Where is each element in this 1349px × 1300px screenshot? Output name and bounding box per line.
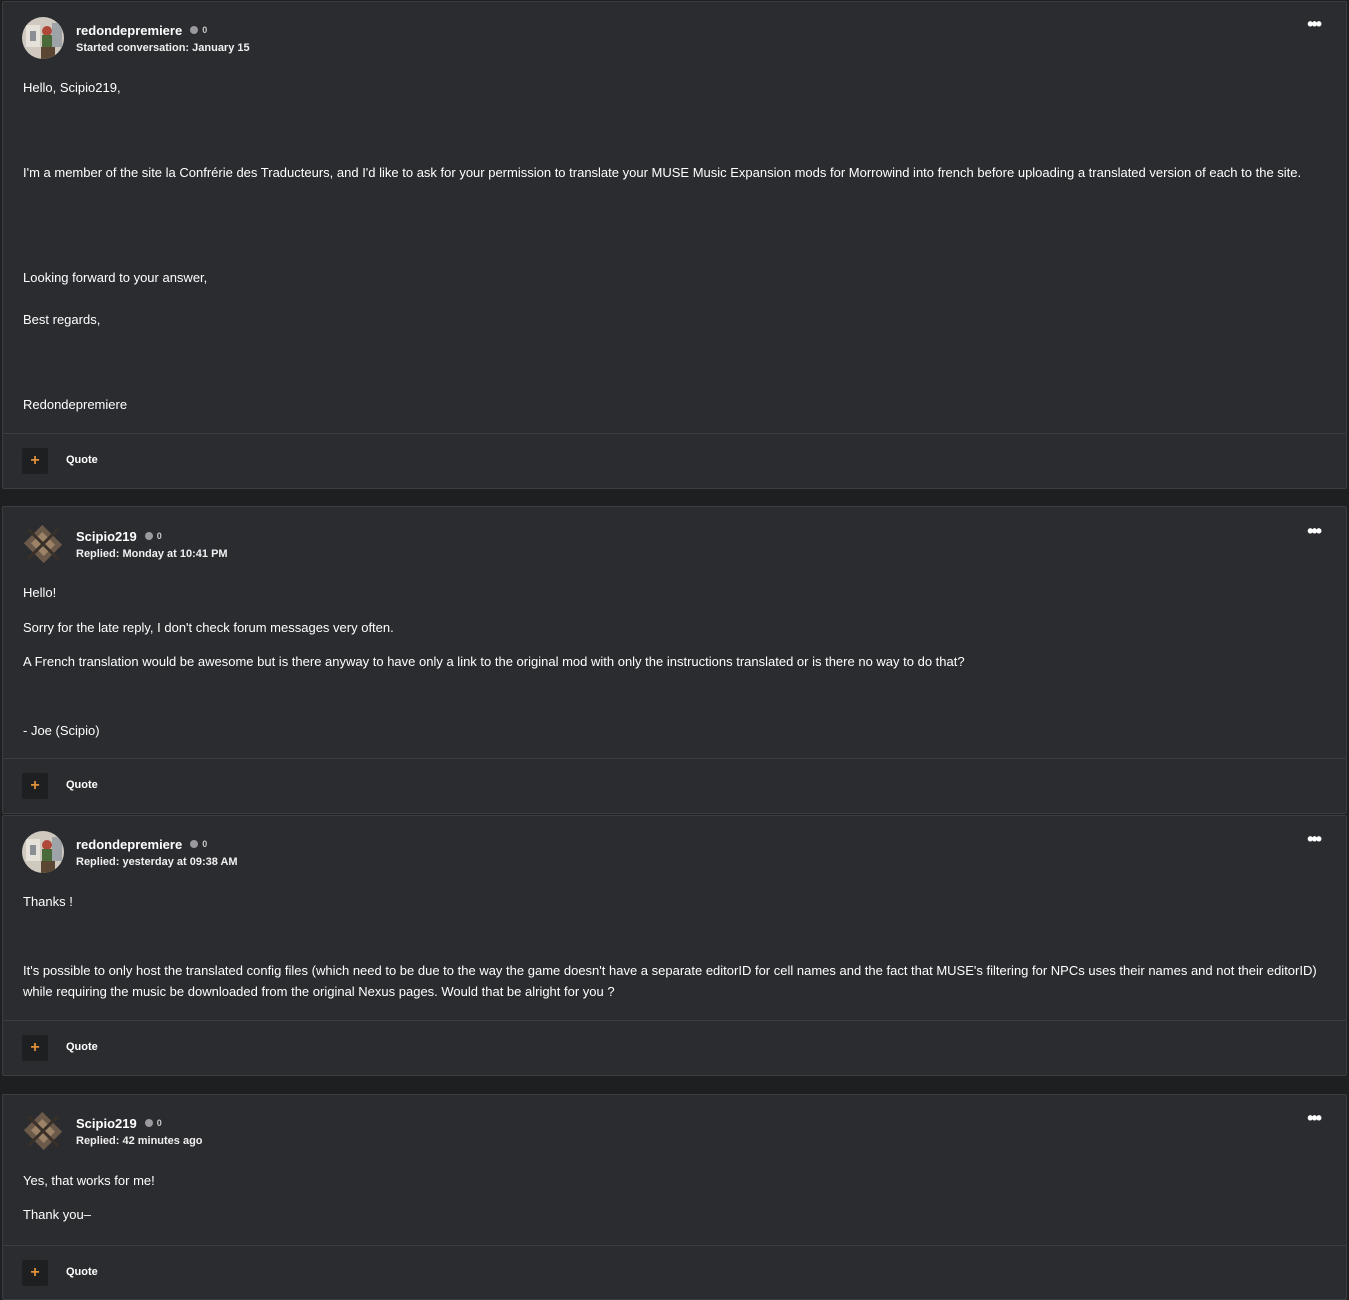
message-post: Scipio219 0 Replied: 42 minutes ago ••• … xyxy=(2,1094,1347,1300)
post-paragraph: It's possible to only host the translate… xyxy=(23,963,1317,999)
post-paragraph: Thank you– xyxy=(23,1207,91,1222)
quote-button[interactable]: Quote xyxy=(66,454,98,466)
post-paragraph: Sorry for the late reply, I don't check … xyxy=(23,620,394,635)
post-body: Thanks ! It's possible to only host the … xyxy=(23,816,1326,1021)
quote-button[interactable]: Quote xyxy=(66,1041,98,1053)
post-footer: + Quote xyxy=(3,1020,1346,1075)
quote-button[interactable]: Quote xyxy=(66,779,98,791)
add-multiquote-button[interactable]: + xyxy=(22,448,48,474)
post-footer: + Quote xyxy=(3,1245,1346,1299)
post-paragraph: Yes, that works for me! xyxy=(23,1173,155,1188)
message-post: redondepremiere 0 Replied: yesterday at … xyxy=(2,815,1347,1076)
add-multiquote-button[interactable]: + xyxy=(22,773,48,799)
post-paragraph: I'm a member of the site la Confrérie de… xyxy=(23,165,1302,180)
quote-button[interactable]: Quote xyxy=(66,1266,98,1278)
post-body: Hello, Scipio219, I'm a member of the si… xyxy=(23,2,1326,434)
add-multiquote-button[interactable]: + xyxy=(22,1260,48,1286)
post-body: Hello! Sorry for the late reply, I don't… xyxy=(23,507,1326,759)
post-paragraph: A French translation would be awesome bu… xyxy=(23,654,965,669)
message-post: Scipio219 0 Replied: Monday at 10:41 PM … xyxy=(2,506,1347,814)
post-paragraph: - Joe (Scipio) xyxy=(23,723,100,738)
post-paragraph: Looking forward to your answer, xyxy=(23,270,208,285)
post-footer: + Quote xyxy=(3,433,1346,488)
post-body: Yes, that works for me! Thank you– xyxy=(23,1095,1326,1245)
post-footer: + Quote xyxy=(3,758,1346,813)
post-paragraph: Hello! xyxy=(23,585,57,600)
post-paragraph: Thanks ! xyxy=(23,894,73,909)
post-paragraph: Best regards, xyxy=(23,312,101,327)
post-paragraph: Redondepremiere xyxy=(23,397,128,412)
message-post: redondepremiere 0 Started conversation: … xyxy=(2,1,1347,489)
post-paragraph: Hello, Scipio219, xyxy=(23,80,121,95)
add-multiquote-button[interactable]: + xyxy=(22,1035,48,1061)
